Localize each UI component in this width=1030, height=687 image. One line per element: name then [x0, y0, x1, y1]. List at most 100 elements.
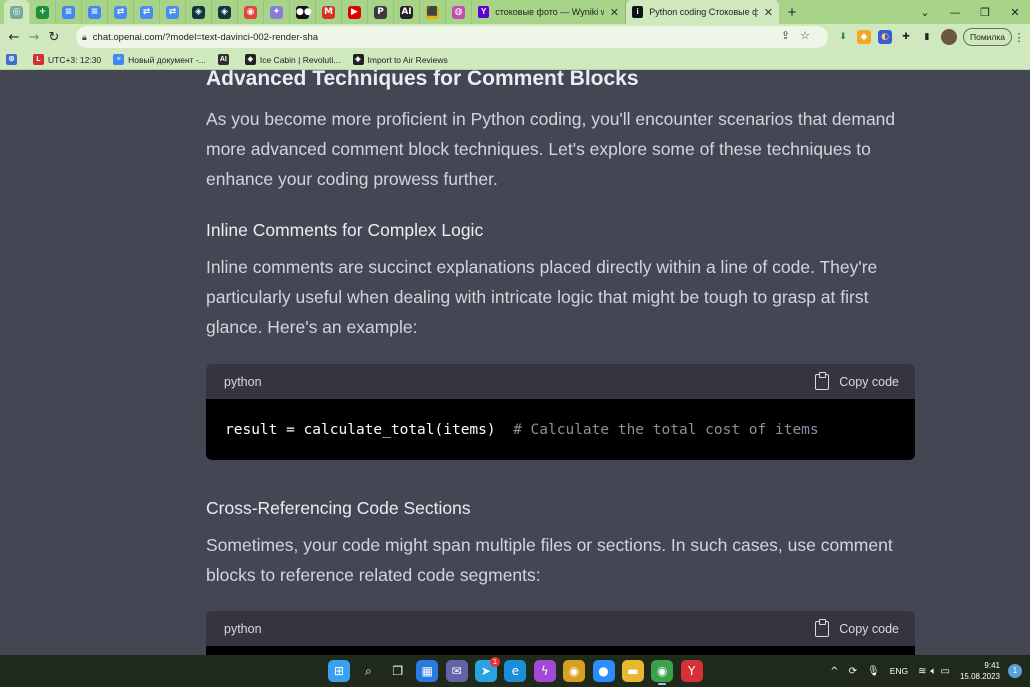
bookmark-item[interactable]: AI: [217, 54, 233, 65]
side-panel-icon[interactable]: ▮: [920, 30, 934, 44]
code-block-2: python Copy code: [206, 611, 915, 655]
code-language-label: python: [224, 374, 262, 389]
address-bar[interactable]: 🔒︎ chat.openai.com/?model=text-davinci-0…: [76, 26, 828, 48]
bookmark-item[interactable]: ◈ Ice Cabin | Revoluti...: [244, 54, 341, 65]
browser-tab[interactable]: i Python coding Стоковые фото, и ✕: [626, 0, 780, 24]
yandex-browser-icon[interactable]: Y: [680, 660, 703, 682]
code-block-header: python Copy code: [206, 611, 915, 646]
bookmark-item[interactable]: L UTC+3: 12:30: [33, 54, 101, 65]
close-window-icon[interactable]: ✕: [1000, 6, 1030, 19]
pinned-tab[interactable]: P: [368, 0, 394, 24]
copy-code-button[interactable]: Copy code: [815, 371, 899, 390]
google-docs-icon: ≡: [62, 5, 75, 19]
menu-kebab-icon[interactable]: ⋮: [1012, 31, 1026, 44]
error-button[interactable]: Помилка: [963, 28, 1013, 46]
pinned-tab[interactable]: ≡: [56, 0, 82, 24]
zoom-icon[interactable]: ●: [592, 660, 615, 682]
notification-badge[interactable]: 1: [1008, 664, 1022, 678]
google-docs-icon: ≡: [88, 5, 101, 19]
pinned-tab[interactable]: ◉: [238, 0, 264, 24]
openai-icon: ◈: [218, 5, 231, 19]
telegram-icon[interactable]: ➤ 1: [474, 657, 500, 682]
pinned-tab[interactable]: ◈: [212, 0, 238, 24]
pinned-tab[interactable]: ●●: [290, 0, 316, 24]
url-text[interactable]: chat.openai.com/?model=text-davinci-002-…: [93, 32, 318, 43]
tray-chevron-icon[interactable]: ^: [830, 666, 838, 677]
share-bookmark-icons[interactable]: ⇪☆: [781, 29, 820, 42]
openai-icon: ◈: [192, 5, 205, 19]
browser-toolbar: ← → ↻ 🔒︎ chat.openai.com/?model=text-dav…: [0, 24, 1030, 50]
gift-icon: ⬛: [426, 5, 439, 19]
pinned-tab[interactable]: ◎: [4, 0, 30, 24]
bookmark-label: Ice Cabin | Revoluti...: [259, 54, 341, 65]
copy-code-label: Copy code: [839, 374, 899, 389]
download-extension-icon[interactable]: ⬇: [836, 30, 850, 44]
pinned-tab[interactable]: ▶: [342, 0, 368, 24]
openai-bookmark-icon: ◈: [352, 54, 364, 65]
bookmark-item[interactable]: ⚙: [6, 54, 21, 65]
back-arrow-icon[interactable]: ←: [4, 30, 24, 45]
new-tab-button[interactable]: +: [780, 4, 804, 21]
pinned-tab[interactable]: ✦: [264, 0, 290, 24]
bookmark-item[interactable]: ≡ Новый документ -...: [113, 54, 206, 65]
task-view-icon[interactable]: ❐: [387, 660, 409, 682]
file-explorer-icon[interactable]: ▬: [621, 660, 644, 682]
code-content[interactable]: result = calculate_total(items) # Calcul…: [206, 399, 915, 460]
edge-icon[interactable]: e: [504, 660, 527, 682]
reload-icon[interactable]: ↻: [44, 30, 64, 45]
tab-search-icon[interactable]: ⌄: [910, 6, 940, 19]
microphone-icon[interactable]: 🎙︎: [867, 666, 880, 677]
volume-icon[interactable]: 🔈︎: [931, 666, 937, 677]
clock[interactable]: 9:41 15.08.2023: [960, 660, 1000, 682]
docs-bookmark-icon: ≡: [113, 54, 125, 65]
wifi-icon[interactable]: ≋: [918, 666, 926, 677]
code-content[interactable]: [206, 646, 915, 655]
pinned-tab[interactable]: ⬛: [420, 0, 446, 24]
pinned-tab[interactable]: ≡: [82, 0, 108, 24]
pinned-tab[interactable]: ⇄: [134, 0, 160, 24]
subsection-title-cross-referencing: Cross-Referencing Code Sections: [206, 498, 471, 518]
widgets-icon[interactable]: ▦: [416, 660, 439, 682]
profile-avatar[interactable]: [941, 29, 957, 45]
sync-icon[interactable]: ⟳: [849, 666, 857, 677]
istock-icon: i: [632, 6, 644, 18]
clock-time: 9:41: [984, 661, 1000, 670]
browser-tab[interactable]: Yстоковые фото — Wyniki wyszuk ✕: [472, 0, 626, 24]
restore-icon[interactable]: ❐: [970, 6, 1000, 19]
messenger-icon[interactable]: ϟ: [533, 660, 556, 682]
inline-comments-paragraph: Inline comments are succinct explanation…: [206, 257, 878, 337]
translate-icon: ⇄: [140, 5, 153, 19]
bookmark-item[interactable]: ◈ Import to Air Reviews: [352, 54, 448, 65]
pinned-tab[interactable]: M: [316, 0, 342, 24]
close-tab-icon[interactable]: ✕: [764, 6, 773, 19]
clock-bookmark-icon: L: [33, 54, 44, 65]
youtube-icon: ▶: [348, 5, 361, 19]
search-icon[interactable]: ⌕: [357, 660, 379, 682]
taskbar-apps: ⊞ ⌕ ❐ ▦ ✉ ➤ 1 e ϟ ◉ ● ▬ ◉ Y: [328, 657, 710, 685]
chrome-icon[interactable]: ◉: [651, 660, 674, 685]
pinned-tab[interactable]: ⇄: [108, 0, 134, 24]
pinned-tab[interactable]: ⇄: [160, 0, 186, 24]
chrome-canary-icon[interactable]: ◉: [563, 660, 586, 682]
battery-icon[interactable]: ▭: [941, 666, 950, 677]
extensions-puzzle-icon[interactable]: ✚: [899, 30, 913, 44]
code-comment: # Calculate the total cost of items: [513, 422, 819, 438]
copy-code-label: Copy code: [839, 621, 899, 636]
translate-icon: ⇄: [166, 5, 179, 19]
copy-code-button[interactable]: Copy code: [815, 618, 899, 637]
circle-app-icon: ◍: [452, 5, 465, 19]
lock-icon[interactable]: 🔒︎: [82, 32, 87, 43]
forward-arrow-icon[interactable]: →: [24, 30, 44, 45]
pinned-tab[interactable]: +: [30, 0, 56, 24]
pinned-tab[interactable]: ◍: [446, 0, 472, 24]
metamask-icon[interactable]: ◆: [857, 30, 871, 44]
teams-chat-icon[interactable]: ✉: [445, 660, 468, 682]
pinned-tab[interactable]: AI: [394, 0, 420, 24]
color-extension-icon[interactable]: ◐: [878, 30, 892, 44]
minimize-icon[interactable]: —: [940, 6, 970, 19]
language-indicator[interactable]: ENG: [890, 666, 908, 676]
pinned-tab[interactable]: ◈: [186, 0, 212, 24]
windows-start-icon[interactable]: ⊞: [328, 660, 350, 682]
cross-referencing-paragraph: Sometimes, your code might span multiple…: [206, 535, 893, 585]
close-tab-icon[interactable]: ✕: [610, 6, 619, 19]
